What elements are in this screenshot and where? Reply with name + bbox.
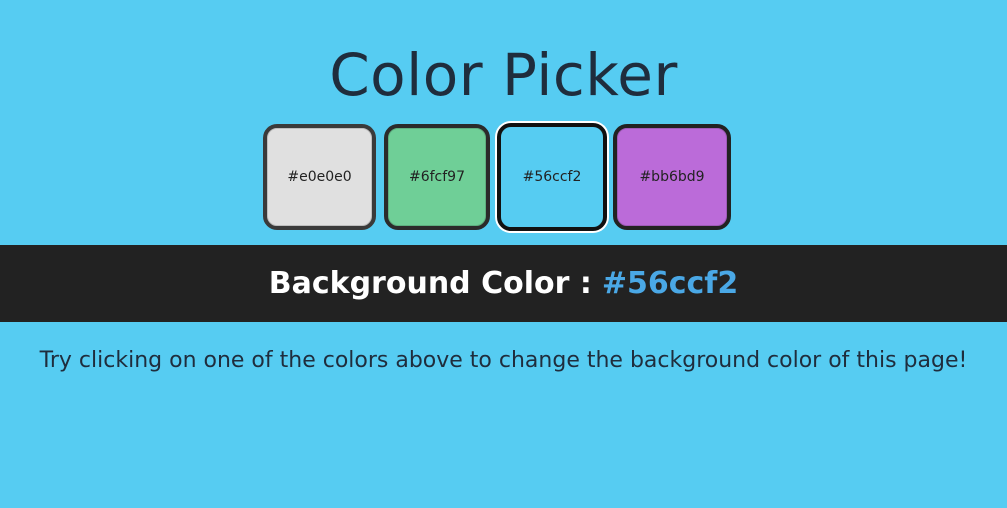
background-color-value: #56ccf2 [601, 266, 739, 301]
page-title: Color Picker [329, 41, 678, 109]
instruction-text: Try clicking on one of the colors above … [39, 348, 968, 373]
swatch-label: #e0e0e0 [287, 169, 352, 185]
swatch-6fcf97[interactable]: #6fcf97 [384, 124, 490, 230]
swatch-bb6bd9[interactable]: #bb6bd9 [613, 124, 731, 230]
background-color-label: Background Color : [268, 266, 592, 301]
swatch-56ccf2-selected[interactable]: #56ccf2 [497, 123, 607, 231]
swatch-label: #56ccf2 [522, 169, 582, 185]
color-swatch-row: #e0e0e0 #6fcf97 #56ccf2 #bb6bd9 [0, 123, 1007, 231]
swatch-label: #6fcf97 [408, 169, 465, 185]
background-color-banner: Background Color : #56ccf2 [0, 245, 1007, 322]
swatch-label: #bb6bd9 [639, 169, 705, 185]
swatch-e0e0e0[interactable]: #e0e0e0 [263, 124, 376, 230]
